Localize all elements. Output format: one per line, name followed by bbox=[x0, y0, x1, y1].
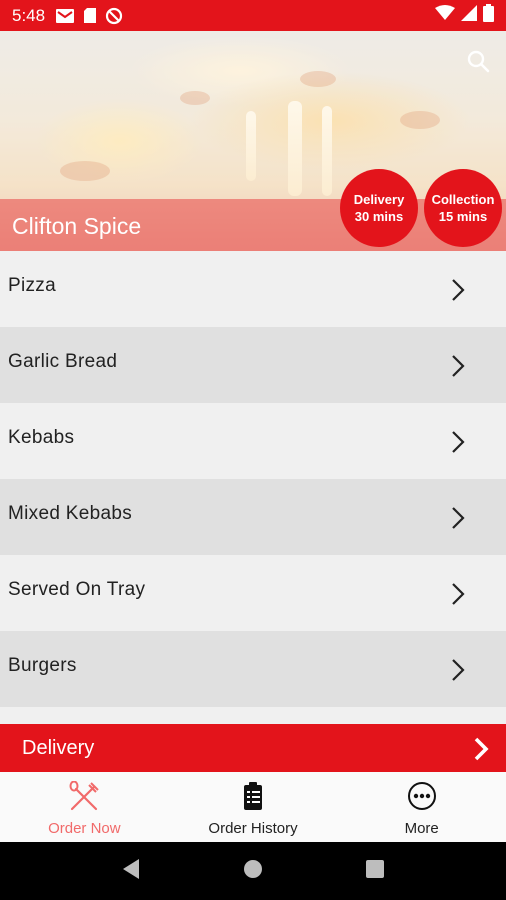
signal-icon bbox=[461, 5, 477, 26]
restaurant-hero: Clifton Spice Delivery 30 mins Collectio… bbox=[0, 31, 506, 251]
collection-badge-title: Collection bbox=[431, 192, 495, 207]
collection-badge-time: 15 mins bbox=[438, 209, 488, 224]
nav-label: Order Now bbox=[48, 820, 121, 837]
chevron-right-icon bbox=[450, 429, 466, 460]
search-icon[interactable] bbox=[466, 49, 490, 78]
nav-label: More bbox=[404, 820, 439, 837]
nav-label: Order History bbox=[208, 820, 298, 837]
nav-order-now[interactable]: Order Now bbox=[0, 772, 169, 842]
category-item-kebabs[interactable]: Kebabs bbox=[0, 403, 506, 479]
order-mode-label: Delivery bbox=[22, 736, 95, 759]
list-spacer bbox=[0, 707, 506, 724]
do-not-disturb-icon bbox=[105, 7, 123, 25]
collection-time-badge: Collection 15 mins bbox=[424, 169, 502, 247]
category-label: Garlic Bread bbox=[8, 351, 118, 372]
delivery-badge-title: Delivery bbox=[353, 192, 405, 207]
sd-card-icon bbox=[83, 7, 97, 24]
status-time: 5:48 bbox=[12, 5, 46, 25]
category-list: Pizza Garlic Bread Kebabs Mixed Kebabs S… bbox=[0, 251, 506, 707]
category-item-pizza[interactable]: Pizza bbox=[0, 251, 506, 327]
clipboard-icon bbox=[242, 781, 264, 816]
chevron-right-icon bbox=[450, 581, 466, 612]
category-label: Kebabs bbox=[8, 427, 75, 448]
fork-knife-icon bbox=[68, 780, 100, 816]
delivery-time-badge: Delivery 30 mins bbox=[340, 169, 418, 247]
bottom-nav: Order Now Order History More bbox=[0, 772, 506, 842]
home-icon[interactable] bbox=[243, 859, 263, 884]
nav-order-history[interactable]: Order History bbox=[169, 772, 338, 842]
chevron-right-icon bbox=[450, 657, 466, 688]
chevron-right-icon bbox=[450, 277, 466, 308]
recents-icon[interactable] bbox=[365, 859, 385, 884]
category-item-garlic-bread[interactable]: Garlic Bread bbox=[0, 327, 506, 403]
category-label: Burgers bbox=[8, 655, 77, 676]
category-label: Pizza bbox=[8, 275, 56, 296]
category-item-mixed-kebabs[interactable]: Mixed Kebabs bbox=[0, 479, 506, 555]
category-label: Served On Tray bbox=[8, 579, 146, 600]
chevron-right-icon bbox=[450, 353, 466, 384]
category-label: Mixed Kebabs bbox=[8, 503, 133, 524]
nav-more[interactable]: More bbox=[337, 772, 506, 842]
gmail-icon bbox=[55, 8, 75, 24]
more-icon bbox=[407, 781, 437, 816]
delivery-badge-time: 30 mins bbox=[354, 209, 404, 224]
wifi-icon bbox=[435, 5, 455, 26]
category-item-burgers[interactable]: Burgers bbox=[0, 631, 506, 707]
status-bar: 5:48 bbox=[0, 0, 506, 31]
battery-icon bbox=[483, 4, 494, 27]
order-mode-bar[interactable]: Delivery bbox=[0, 724, 506, 772]
category-item-served-on-tray[interactable]: Served On Tray bbox=[0, 555, 506, 631]
back-icon[interactable] bbox=[121, 858, 141, 885]
chevron-right-icon bbox=[450, 505, 466, 536]
restaurant-name: Clifton Spice bbox=[12, 213, 142, 239]
chevron-right-icon bbox=[472, 736, 490, 767]
system-navigation-bar bbox=[0, 842, 506, 900]
